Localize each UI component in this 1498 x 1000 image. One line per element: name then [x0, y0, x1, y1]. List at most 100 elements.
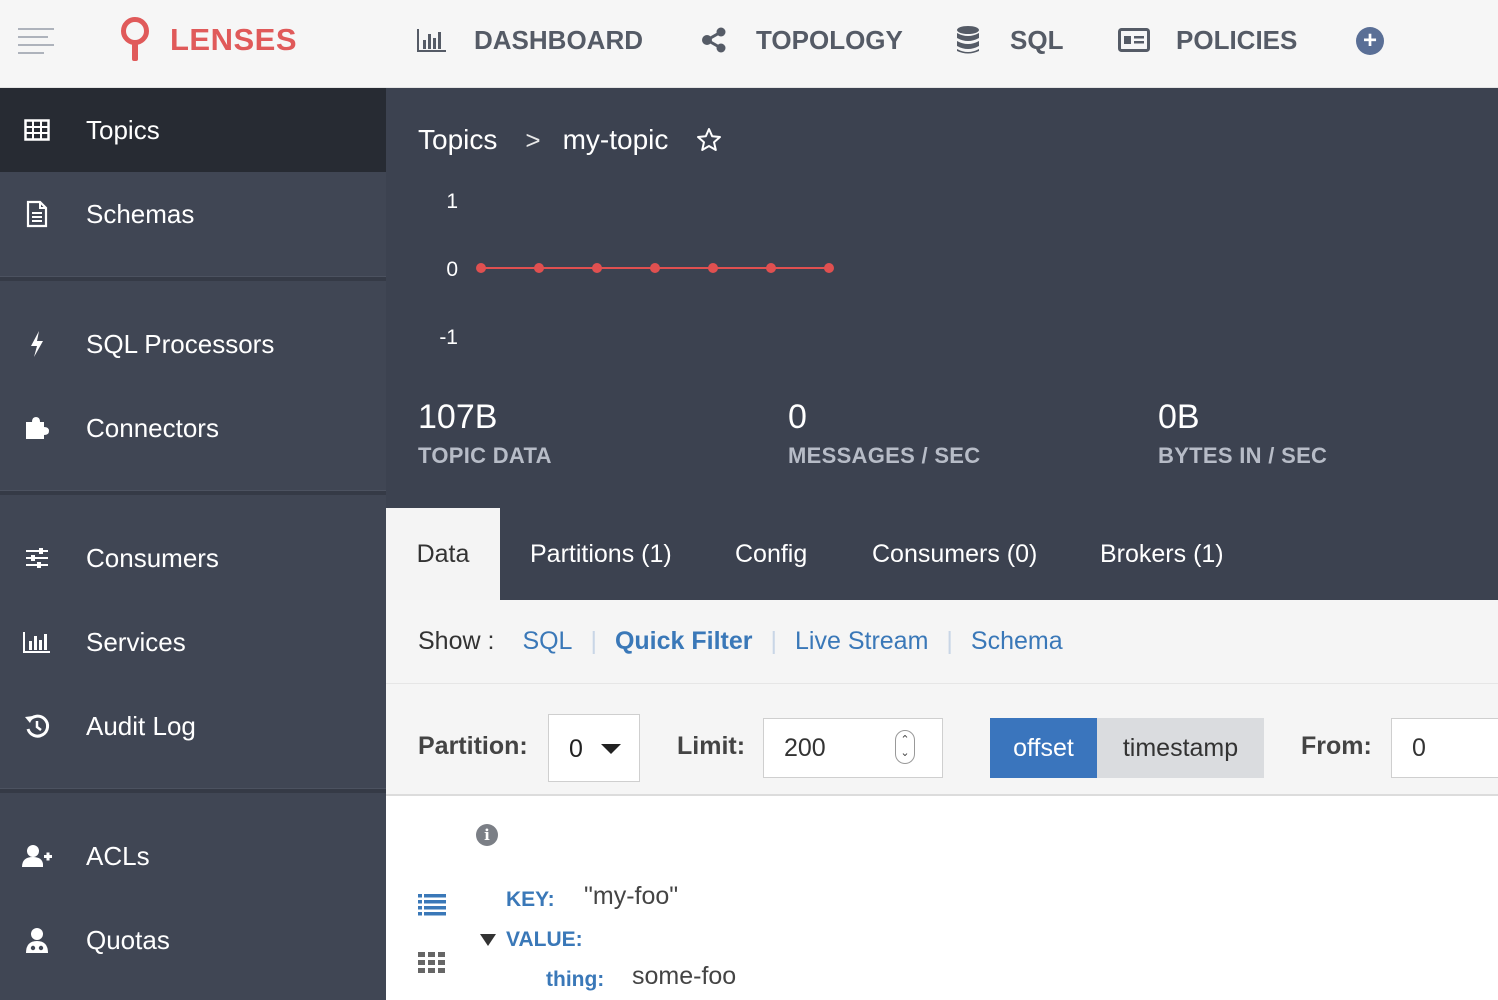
document-icon: [20, 199, 54, 229]
record-value-label: VALUE:: [506, 928, 583, 951]
breadcrumb-current: my-topic: [562, 124, 669, 155]
sidebar-item-label: Schemas: [86, 198, 195, 229]
data-point[interactable]: [476, 263, 486, 273]
sidebar-item-label: Audit Log: [86, 710, 196, 741]
nav-sql[interactable]: SQL: [952, 0, 1063, 80]
star-icon[interactable]: [696, 127, 722, 153]
nav-policies-label: POLICIES: [1176, 24, 1298, 55]
data-point[interactable]: [534, 263, 544, 273]
y-tick-label: -1: [439, 326, 458, 349]
record-field-label: thing:: [546, 968, 605, 991]
limit-input[interactable]: [763, 718, 943, 778]
show-divider: |: [770, 627, 778, 655]
list-view-icon[interactable]: [418, 892, 446, 916]
sidebar-item-acls[interactable]: ACLs: [0, 814, 386, 898]
nav-topology[interactable]: TOPOLOGY: [698, 0, 903, 80]
bar-chart-icon: [416, 26, 448, 54]
tab-partitions[interactable]: Partitions (1): [530, 508, 672, 600]
sidebar: Topics Schemas SQL Processors Connectors…: [0, 88, 386, 1000]
limit-label: Limit:: [677, 732, 746, 760]
stat-topic-data: 107B TOPIC DATA: [418, 398, 552, 469]
offset-timestamp-toggle: offset timestamp: [990, 718, 1264, 778]
data-point[interactable]: [708, 263, 718, 273]
sidebar-item-label: Topics: [86, 114, 160, 145]
logo-text: LENSES: [170, 22, 298, 57]
info-icon[interactable]: i: [476, 824, 498, 846]
sidebar-item-label: Connectors: [86, 412, 219, 443]
sidebar-item-schemas[interactable]: Schemas: [0, 172, 386, 256]
lenses-logo[interactable]: LENSES: [118, 16, 297, 64]
sidebar-item-quotas[interactable]: Quotas: [0, 898, 386, 982]
show-sql-link[interactable]: SQL: [522, 627, 572, 656]
number-spinner-icon[interactable]: ⌃ ⌄: [895, 730, 915, 764]
id-card-icon: [1118, 26, 1150, 54]
show-label: Show :: [418, 627, 495, 655]
show-live-stream-link[interactable]: Live Stream: [795, 627, 928, 656]
lenses-pin-icon: [118, 17, 152, 63]
puzzle-icon: [20, 413, 54, 443]
menu-toggle-icon[interactable]: [18, 28, 54, 56]
partition-label: Partition:: [418, 732, 528, 760]
show-schema-link[interactable]: Schema: [971, 627, 1063, 656]
data-point[interactable]: [592, 263, 602, 273]
table-icon: [20, 115, 54, 145]
data-point[interactable]: [650, 263, 660, 273]
grid-view-icon[interactable]: [418, 952, 446, 974]
sidebar-item-consumers[interactable]: Consumers: [0, 516, 386, 600]
show-quick-filter-link[interactable]: Quick Filter: [615, 627, 753, 656]
partition-select[interactable]: 0: [548, 714, 640, 782]
collapse-caret-icon[interactable]: [480, 934, 496, 946]
breadcrumb-separator: >: [525, 124, 541, 155]
nav-dashboard[interactable]: DASHBOARD: [416, 0, 643, 80]
sidebar-divider: [0, 788, 386, 793]
sidebar-item-services[interactable]: Services: [0, 600, 386, 684]
nav-topology-label: TOPOLOGY: [756, 24, 903, 55]
stat-messages-per-sec: 0 MESSAGES / SEC: [788, 398, 980, 469]
record-field-value: some-foo: [632, 962, 737, 990]
database-icon: [952, 26, 984, 54]
user-doctor-icon: [20, 925, 54, 955]
topic-header: Topics > my-topic 1 0 -1 107B TOPIC DATA 0…: [386, 88, 1498, 508]
record-key-value: "my-foo": [584, 882, 679, 910]
show-divider: |: [590, 627, 597, 655]
show-divider: |: [946, 627, 953, 655]
breadcrumb-topics-link[interactable]: Topics: [418, 124, 497, 156]
timestamp-button[interactable]: timestamp: [1097, 718, 1264, 778]
nav-policies[interactable]: POLICIES: [1118, 0, 1297, 80]
nav-sql-label: SQL: [1010, 24, 1064, 55]
bolt-icon: [20, 329, 54, 359]
tab-data[interactable]: Data: [386, 508, 500, 600]
y-tick-label: 1: [446, 190, 458, 213]
stat-bytes-in-per-sec: 0B BYTES IN / SEC: [1158, 398, 1327, 469]
filter-bar: Partition: 0 Limit: ⌃⌄ offset timestamp …: [386, 684, 1498, 796]
stat-label: BYTES IN / SEC: [1158, 443, 1328, 468]
caret-down-icon: [601, 744, 621, 754]
sidebar-item-sql-processors[interactable]: SQL Processors: [0, 302, 386, 386]
stat-label: TOPIC DATA: [418, 443, 552, 468]
partition-value: 0: [569, 735, 583, 763]
sidebar-item-label: SQL Processors: [86, 328, 275, 359]
data-panel: Show : SQL | Quick Filter | Live Stream …: [386, 600, 1498, 1000]
tab-config[interactable]: Config: [735, 508, 807, 600]
sidebar-item-audit-log[interactable]: Audit Log: [0, 684, 386, 768]
bar-chart-icon: [20, 627, 54, 657]
sidebar-divider: [0, 490, 386, 495]
sidebar-item-label: Consumers: [86, 542, 219, 573]
tab-consumers[interactable]: Consumers (0): [872, 508, 1037, 600]
record-viewer: i KEY: "my-foo" VALUE: thing: some-foo: [386, 796, 1498, 1000]
history-icon: [20, 711, 54, 741]
from-input[interactable]: [1391, 718, 1498, 778]
data-point[interactable]: [766, 263, 776, 273]
stat-label: MESSAGES / SEC: [788, 443, 981, 468]
offset-button[interactable]: offset: [990, 718, 1097, 778]
sidebar-divider: [0, 276, 386, 281]
data-point[interactable]: [824, 263, 834, 273]
from-label: From:: [1301, 732, 1372, 760]
y-tick-label: 0: [446, 258, 458, 281]
add-circle-icon[interactable]: +: [1356, 27, 1384, 55]
sidebar-item-topics[interactable]: Topics: [0, 88, 386, 172]
sidebar-item-connectors[interactable]: Connectors: [0, 386, 386, 470]
throughput-chart: 1 0 -1: [439, 190, 834, 349]
tab-brokers[interactable]: Brokers (1): [1100, 508, 1224, 600]
stat-value: 0B: [1158, 398, 1200, 436]
